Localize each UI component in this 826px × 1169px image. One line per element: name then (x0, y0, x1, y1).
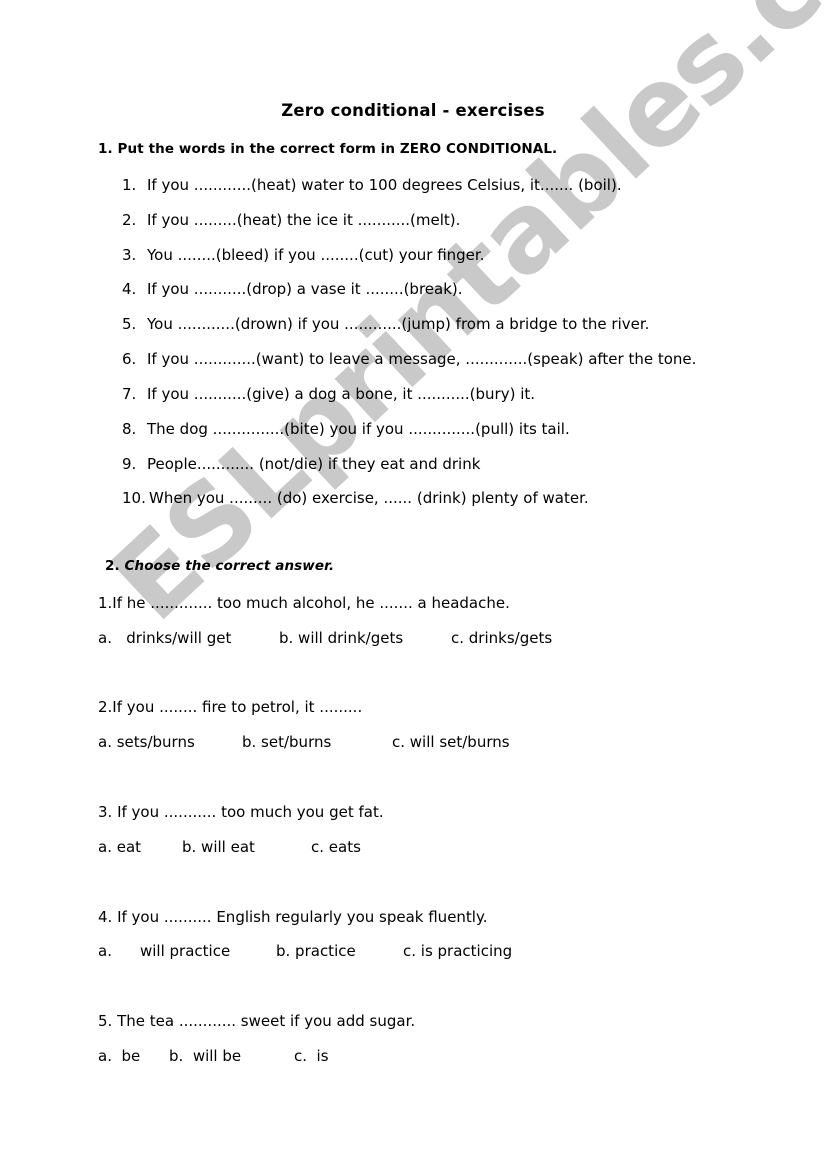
option-a: a. eat (98, 838, 142, 856)
option-c: c. eats (311, 838, 361, 856)
section1-heading-text: Put the words in the correct form in ZER… (117, 141, 558, 157)
worksheet-title: Zero conditional - exercises (281, 101, 545, 120)
item-number: 9. (122, 455, 137, 473)
item-text: You ............(drown) if you .........… (147, 315, 650, 333)
question-2-text: 2.If you ........ fire to petrol, it ...… (98, 698, 363, 716)
question-4-text: 4. If you .......... English regularly y… (98, 908, 488, 926)
item-text: If you .........(heat) the ice it ......… (147, 211, 461, 229)
item-number: 4. (122, 280, 137, 298)
item-number: 10. (122, 489, 146, 507)
item-number: 2. (122, 211, 137, 229)
option-a: will practice (140, 942, 231, 960)
section1-heading: 1. Put the words in the correct form in … (98, 141, 557, 157)
section2-heading: 2. Choose the correct answer. (105, 558, 334, 574)
item-number: 8. (122, 420, 137, 438)
item-text: The dog ...............(bite) you if you… (147, 420, 570, 438)
option-b: b. set/burns (242, 733, 332, 751)
item-text: If you .............(want) to leave a me… (147, 350, 697, 368)
option-b: b. will be (169, 1047, 242, 1065)
item-number: 6. (122, 350, 137, 368)
option-c: c. is (294, 1047, 329, 1065)
option-b: b. will eat (182, 838, 255, 856)
item-text: If you ...........(give) a dog a bone, i… (147, 385, 536, 403)
worksheet-page: ESLprintables.com Zero conditional - exe… (0, 0, 826, 1169)
section2-number: 2. (105, 558, 120, 574)
option-b: b. practice (276, 942, 356, 960)
option-c: c. will set/burns (392, 733, 510, 751)
question-1-text: 1.If he ............. too much alcohol, … (98, 594, 510, 612)
item-text: If you ............(heat) water to 100 d… (147, 176, 622, 194)
option-a: a. be (98, 1047, 141, 1065)
item-text: When you ......... (do) exercise, ......… (149, 489, 589, 507)
worksheet-content: Zero conditional - exercises 1. Put the … (0, 0, 826, 1169)
item-text: People............ (not/die) if they eat… (147, 455, 481, 473)
section2-heading-text: Choose the correct answer. (124, 558, 335, 574)
item-number: 5. (122, 315, 137, 333)
item-number: 7. (122, 385, 137, 403)
item-text: If you ...........(drop) a vase it .....… (147, 280, 463, 298)
option-a: a. drinks/will get (98, 629, 232, 647)
option-c: c. is practicing (403, 942, 513, 960)
item-number: 1. (122, 176, 137, 194)
item-text: You ........(bleed) if you ........(cut)… (147, 246, 485, 264)
question-3-text: 3. If you ........... too much you get f… (98, 803, 384, 821)
item-number: 3. (122, 246, 137, 264)
section1-number: 1. (98, 141, 113, 157)
question-5-text: 5. The tea ............ sweet if you add… (98, 1012, 416, 1030)
option-a-marker: a. (98, 942, 112, 960)
option-c: c. drinks/gets (451, 629, 553, 647)
option-a: a. sets/burns (98, 733, 195, 751)
option-b: b. will drink/gets (279, 629, 404, 647)
